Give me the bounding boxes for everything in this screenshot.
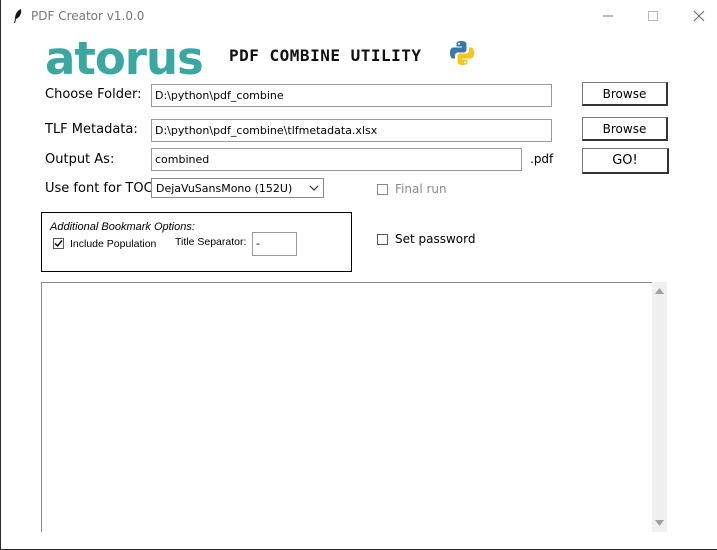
scroll-up-icon[interactable]	[655, 288, 664, 294]
output-as-label: Output As:	[45, 152, 115, 167]
toc-font-selected: DejaVuSansMono (152U)	[156, 182, 293, 195]
browse-metadata-button[interactable]: Browse	[582, 117, 668, 141]
include-population-label: Include Population	[70, 238, 157, 250]
bookmark-options-group: Additional Bookmark Options: Include Pop…	[41, 212, 352, 272]
output-name-input[interactable]: combined	[151, 148, 522, 171]
minimize-icon	[603, 15, 613, 17]
tlf-metadata-label: TLF Metadata:	[45, 122, 138, 137]
title-separator-label: Title Separator:	[175, 236, 247, 248]
final-run-label: Final run	[395, 182, 447, 196]
feather-icon	[14, 9, 22, 23]
choose-folder-label: Choose Folder:	[45, 87, 142, 102]
python-logo-icon	[450, 41, 474, 65]
utility-title: PDF COMBINE UTILITY	[229, 46, 422, 65]
metadata-path-input[interactable]: D:\python\pdf_combine\tlfmetadata.xlsx	[151, 119, 552, 142]
chevron-down-icon	[309, 185, 319, 191]
minimize-button[interactable]	[593, 5, 623, 27]
close-button[interactable]	[684, 5, 714, 27]
log-output-textarea[interactable]	[41, 282, 653, 532]
maximize-icon	[648, 11, 658, 21]
bookmark-options-title: Additional Bookmark Options:	[50, 221, 195, 233]
checkmark-icon	[54, 240, 63, 248]
title-separator-input[interactable]: -	[252, 232, 297, 256]
include-population-checkbox[interactable]	[53, 238, 64, 249]
toc-font-select[interactable]: DejaVuSansMono (152U)	[151, 178, 324, 198]
set-password-checkbox[interactable]	[377, 234, 388, 245]
pdf-suffix-label: .pdf	[530, 152, 554, 166]
close-icon	[693, 10, 705, 22]
scroll-down-icon[interactable]	[655, 520, 664, 526]
log-scrollbar[interactable]	[652, 282, 667, 532]
go-button[interactable]: GO!	[582, 148, 669, 174]
browse-folder-button[interactable]: Browse	[582, 82, 668, 106]
atorus-logo: atorus	[45, 38, 204, 80]
folder-path-input[interactable]: D:\python\pdf_combine	[151, 84, 552, 107]
window-title: PDF Creator v1.0.0	[31, 9, 145, 23]
app-window: PDF Creator v1.0.0 atorus PDF COMBINE UT…	[0, 0, 717, 550]
maximize-button[interactable]	[638, 5, 668, 27]
toc-font-label: Use font for TOC:	[45, 181, 158, 196]
final-run-checkbox[interactable]	[377, 184, 388, 195]
set-password-label: Set password	[395, 232, 476, 246]
logo-text: atorus	[45, 38, 203, 80]
title-bar: PDF Creator v1.0.0	[1, 0, 717, 32]
